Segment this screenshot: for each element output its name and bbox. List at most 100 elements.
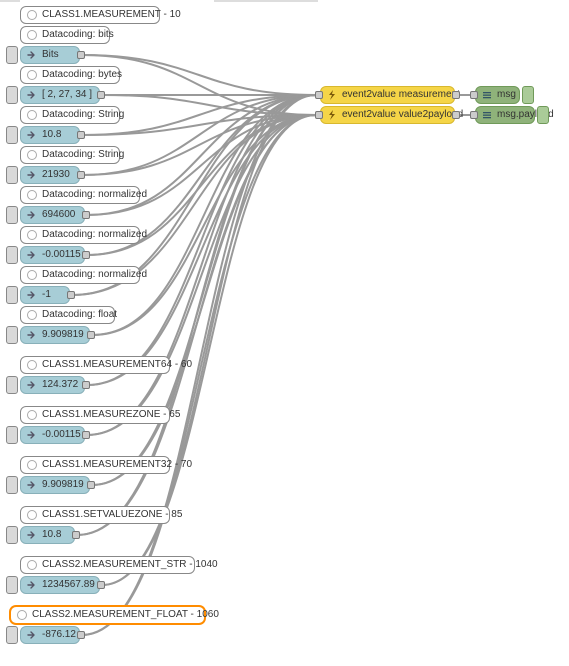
comment-node[interactable]: CLASS2.MEASUREMENT_FLOAT - 1060 <box>10 606 205 624</box>
function-node[interactable]: event2value value2payload <box>320 106 455 124</box>
inject-node[interactable]: 1234567.89 <box>20 576 100 594</box>
arrow-right-icon <box>26 129 38 141</box>
arrow-right-icon <box>26 429 38 441</box>
inject-node[interactable]: -0.00115 <box>20 246 85 264</box>
input-port[interactable] <box>315 91 323 99</box>
comment-node[interactable]: Datacoding: float <box>20 306 115 324</box>
output-port[interactable] <box>77 51 85 59</box>
comment-node[interactable]: CLASS1.MEASUREMENT64 - 60 <box>20 356 170 374</box>
inject-trigger-button[interactable] <box>6 576 18 594</box>
comment-node-label: CLASS2.MEASUREMENT_FLOAT - 1060 <box>32 606 219 624</box>
bars-icon <box>481 89 493 101</box>
comment-node-label: Datacoding: normalized <box>42 226 147 244</box>
inject-trigger-button[interactable] <box>6 376 18 394</box>
input-port[interactable] <box>470 91 478 99</box>
function-node-label: event2value measurement <box>342 86 460 104</box>
output-port[interactable] <box>87 331 95 339</box>
arrow-right-icon <box>26 249 38 261</box>
comment-node[interactable]: Datacoding: normalized <box>20 266 140 284</box>
comment-node[interactable]: Datacoding: bits <box>20 26 110 44</box>
circle-icon <box>26 559 38 571</box>
output-port[interactable] <box>67 291 75 299</box>
bolt-icon <box>326 89 338 101</box>
output-port[interactable] <box>77 631 85 639</box>
circle-icon <box>26 459 38 471</box>
inject-node-label: 9.909819 <box>42 326 84 344</box>
comment-node[interactable]: Datacoding: bytes <box>20 66 120 84</box>
inject-trigger-button[interactable] <box>6 426 18 444</box>
inject-trigger-button[interactable] <box>6 526 18 544</box>
inject-node[interactable]: 21930 <box>20 166 80 184</box>
flow-canvas[interactable]: CLASS1.MEASUREMENT - 10 Datacoding: bits B… <box>0 0 569 666</box>
comment-node-label: Datacoding: String <box>42 106 124 124</box>
inject-node[interactable]: -876.12 <box>20 626 80 644</box>
comment-node-label: CLASS2.MEASUREMENT_STR - 1040 <box>42 556 218 574</box>
inject-trigger-button[interactable] <box>6 126 18 144</box>
debug-node[interactable]: msg.payload <box>475 106 535 124</box>
inject-node[interactable]: 9.909819 <box>20 326 90 344</box>
debug-node-label: msg <box>497 86 516 104</box>
output-port[interactable] <box>77 131 85 139</box>
inject-node[interactable]: -1 <box>20 286 70 304</box>
inject-trigger-button[interactable] <box>6 476 18 494</box>
comment-node[interactable]: Datacoding: String <box>20 106 120 124</box>
output-port[interactable] <box>77 171 85 179</box>
circle-icon <box>26 269 38 281</box>
inject-node[interactable]: 124.372 <box>20 376 85 394</box>
function-node-label: event2value value2payload <box>342 106 463 124</box>
inject-trigger-button[interactable] <box>6 286 18 304</box>
inject-node-label: 1234567.89 <box>42 576 95 594</box>
arrow-right-icon <box>26 379 38 391</box>
inject-node[interactable]: [ 2, 27, 34 ] <box>20 86 100 104</box>
comment-node[interactable]: Datacoding: normalized <box>20 186 140 204</box>
inject-node[interactable]: -0.00115 <box>20 426 85 444</box>
output-port[interactable] <box>72 531 80 539</box>
inject-trigger-button[interactable] <box>6 166 18 184</box>
comment-node[interactable]: CLASS2.MEASUREMENT_STR - 1040 <box>20 556 195 574</box>
output-port[interactable] <box>97 581 105 589</box>
output-port[interactable] <box>97 91 105 99</box>
circle-icon <box>26 149 38 161</box>
output-port[interactable] <box>82 251 90 259</box>
output-port[interactable] <box>452 91 460 99</box>
inject-node[interactable]: 694600 <box>20 206 85 224</box>
debug-toggle-button[interactable] <box>522 86 534 104</box>
comment-node[interactable]: CLASS1.SETVALUEZONE - 85 <box>20 506 170 524</box>
circle-icon <box>26 309 38 321</box>
comment-node-label: Datacoding: bytes <box>42 66 122 84</box>
inject-node-label: 124.372 <box>42 376 78 394</box>
output-port[interactable] <box>82 431 90 439</box>
debug-node[interactable]: msg <box>475 86 520 104</box>
debug-toggle-button[interactable] <box>537 106 549 124</box>
arrow-right-icon <box>26 629 38 641</box>
function-node[interactable]: event2value measurement <box>320 86 455 104</box>
comment-node[interactable]: CLASS1.MEASUREMENT - 10 <box>20 6 160 24</box>
inject-node-label: -876.12 <box>42 626 76 644</box>
input-port[interactable] <box>470 111 478 119</box>
inject-node-label: 694600 <box>42 206 75 224</box>
output-port[interactable] <box>82 211 90 219</box>
input-port[interactable] <box>315 111 323 119</box>
inject-node-label: 10.8 <box>42 526 61 544</box>
circle-icon <box>26 359 38 371</box>
inject-trigger-button[interactable] <box>6 206 18 224</box>
inject-trigger-button[interactable] <box>6 626 18 644</box>
comment-node[interactable]: CLASS1.MEASUREMENT32 - 70 <box>20 456 170 474</box>
inject-node-label: 21930 <box>42 166 70 184</box>
output-port[interactable] <box>87 481 95 489</box>
comment-node[interactable]: Datacoding: String <box>20 146 120 164</box>
comment-node-label: Datacoding: String <box>42 146 124 164</box>
inject-node[interactable]: 10.8 <box>20 526 75 544</box>
comment-node[interactable]: Datacoding: normalized <box>20 226 140 244</box>
inject-node[interactable]: 10.8 <box>20 126 80 144</box>
output-port[interactable] <box>82 381 90 389</box>
inject-trigger-button[interactable] <box>6 86 18 104</box>
inject-trigger-button[interactable] <box>6 326 18 344</box>
inject-trigger-button[interactable] <box>6 246 18 264</box>
inject-trigger-button[interactable] <box>6 46 18 64</box>
arrow-right-icon <box>26 529 38 541</box>
output-port[interactable] <box>452 111 460 119</box>
inject-node[interactable]: 9.909819 <box>20 476 90 494</box>
comment-node[interactable]: CLASS1.MEASUREZONE - 65 <box>20 406 170 424</box>
inject-node[interactable]: Bits <box>20 46 80 64</box>
